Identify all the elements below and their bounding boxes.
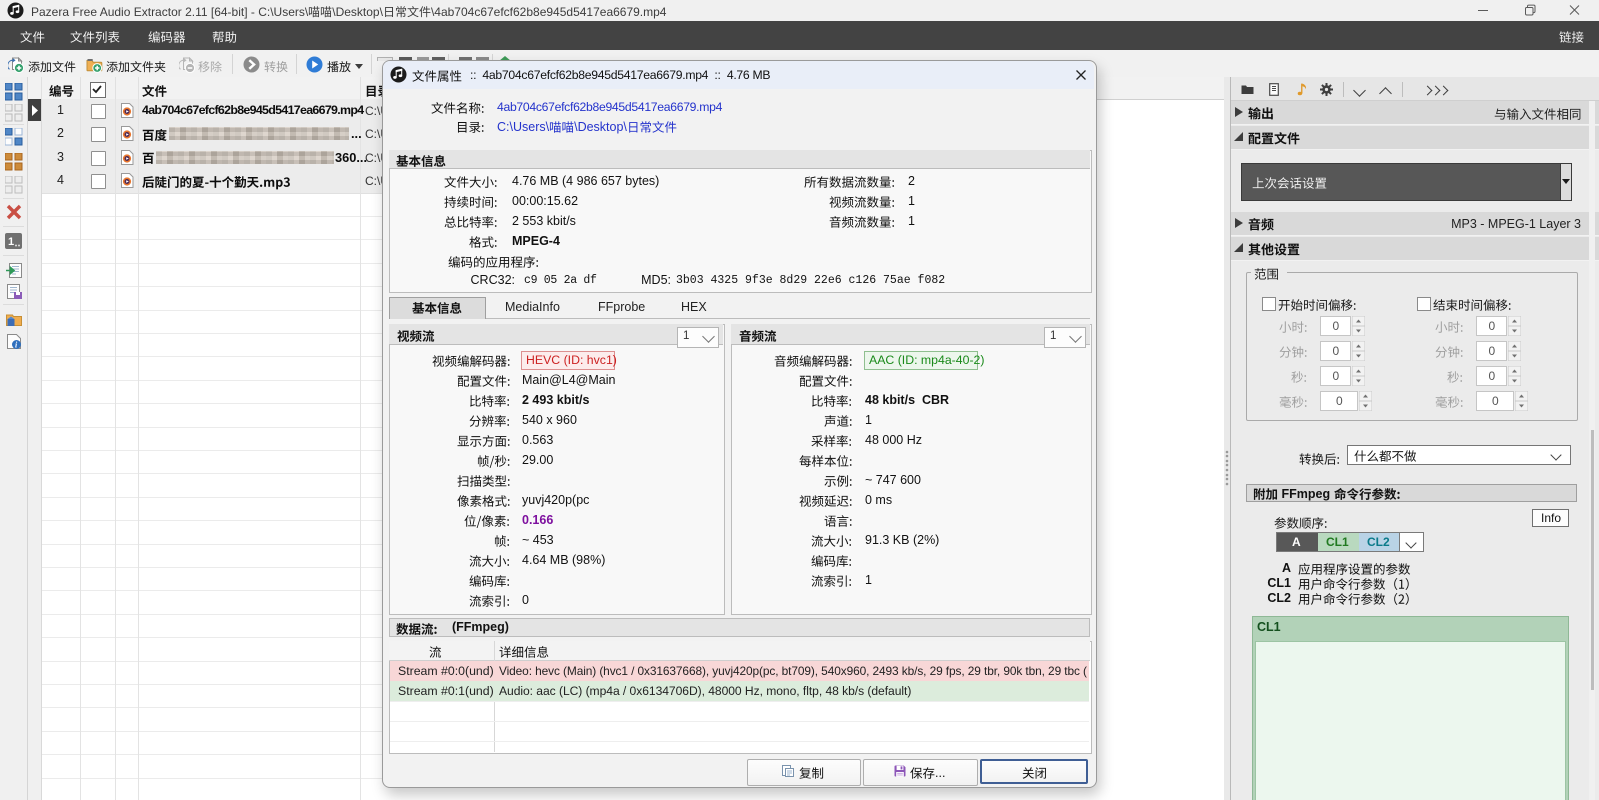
svg-text:1: 1: [8, 236, 14, 248]
